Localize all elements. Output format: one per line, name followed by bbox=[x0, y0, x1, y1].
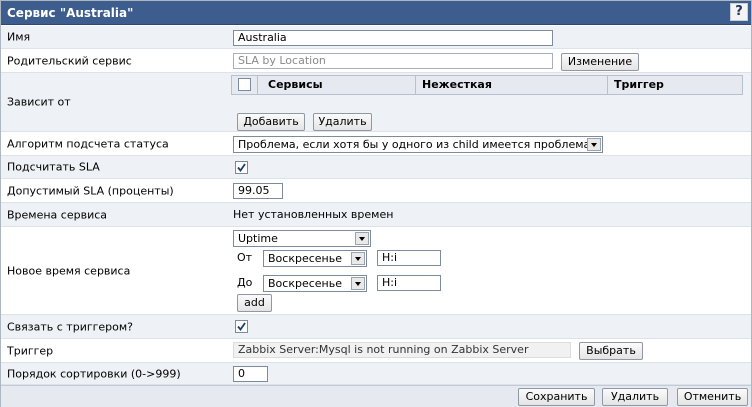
sort-order-label: Порядок сортировки (0->999) bbox=[7, 367, 181, 380]
depends-label: Зависит от bbox=[7, 95, 71, 109]
link-trigger-checkbox[interactable] bbox=[235, 320, 248, 333]
row-new-time: Новое время сервиса Uptime От Воскресень… bbox=[1, 227, 751, 315]
calc-sla-label: Подсчитать SLA bbox=[7, 160, 100, 174]
chevron-down-icon bbox=[351, 277, 365, 290]
chevron-down-icon bbox=[587, 138, 601, 151]
add-time-button[interactable]: add bbox=[237, 294, 272, 312]
select-all-cell bbox=[232, 76, 258, 94]
to-label: До bbox=[237, 276, 253, 289]
from-label: От bbox=[237, 251, 253, 264]
add-dependency-button[interactable]: Добавить bbox=[237, 113, 305, 131]
time-type-select[interactable]: Uptime bbox=[233, 230, 371, 247]
chevron-down-icon bbox=[351, 252, 365, 265]
parent-label: Родительский сервис bbox=[7, 54, 132, 67]
row-sort-order: Порядок сортировки (0->999) 0 bbox=[1, 363, 751, 385]
name-input[interactable]: Australia bbox=[233, 30, 553, 46]
select-all-checkbox[interactable] bbox=[238, 78, 251, 91]
service-times-label: Времена сервиса bbox=[7, 208, 108, 221]
help-icon[interactable]: ? bbox=[730, 3, 748, 21]
column-trigger: Триггер bbox=[614, 78, 664, 91]
row-name: Имя Australia bbox=[1, 26, 751, 49]
chevron-down-icon bbox=[355, 232, 369, 245]
to-day-select[interactable]: Воскресенье bbox=[263, 275, 367, 292]
cancel-button[interactable]: Отменить bbox=[677, 388, 748, 406]
column-services: Сервисы bbox=[258, 76, 416, 94]
sla-input[interactable]: 99.05 bbox=[233, 183, 283, 199]
change-parent-button[interactable]: Изменение bbox=[561, 53, 639, 71]
service-times-value: Нет установленных времен bbox=[233, 208, 394, 221]
row-calc-sla: Подсчитать SLA bbox=[1, 156, 751, 179]
checkmark-icon bbox=[237, 163, 246, 172]
sla-label: Допустимый SLA (проценты) bbox=[7, 184, 174, 197]
calc-sla-checkbox[interactable] bbox=[235, 161, 248, 174]
new-time-label: Новое время сервиса bbox=[7, 264, 131, 277]
row-link-trigger: Связать с триггером? bbox=[1, 315, 751, 339]
algorithm-value: Проблема, если хотя бы у одного из child… bbox=[238, 138, 591, 151]
from-time-input[interactable]: H:i bbox=[377, 250, 441, 266]
remove-dependency-button[interactable]: Удалить bbox=[313, 113, 372, 131]
row-parent: Родительский сервис SLA by Location Изме… bbox=[1, 49, 751, 73]
column-soft: Нежесткая bbox=[416, 76, 608, 94]
dependencies-table: Сервисы Нежесткая Триггер bbox=[231, 75, 743, 95]
select-trigger-button[interactable]: Выбрать bbox=[579, 342, 643, 360]
trigger-input[interactable]: Zabbix Server:Mysql is not running on Za… bbox=[233, 342, 571, 358]
save-button[interactable]: Сохранить bbox=[518, 388, 595, 406]
sort-order-input[interactable]: 0 bbox=[233, 366, 268, 382]
row-algorithm: Алгоритм подсчета статуса Проблема, если… bbox=[1, 132, 751, 156]
row-service-times: Времена сервиса Нет установленных времен bbox=[1, 203, 751, 227]
delete-button[interactable]: Удалить bbox=[602, 388, 668, 406]
to-day-value: Воскресенье bbox=[268, 277, 342, 290]
dialog-footer: Сохранить Удалить Отменить bbox=[1, 385, 751, 407]
algorithm-select[interactable]: Проблема, если хотя бы у одного из child… bbox=[233, 136, 603, 153]
row-trigger: Триггер Zabbix Server:Mysql is not runni… bbox=[1, 339, 751, 363]
service-dialog: Сервис "Australia" ? Имя Australia Родит… bbox=[0, 0, 752, 407]
from-day-select[interactable]: Воскресенье bbox=[263, 250, 367, 267]
parent-input[interactable]: SLA by Location bbox=[233, 53, 553, 69]
from-day-value: Воскресенье bbox=[268, 252, 342, 265]
name-label: Имя bbox=[7, 30, 31, 44]
dialog-title: Сервис "Australia" bbox=[7, 6, 134, 20]
dialog-titlebar: Сервис "Australia" ? bbox=[1, 1, 751, 25]
time-type-value: Uptime bbox=[238, 232, 278, 245]
link-trigger-label: Связать с триггером? bbox=[7, 320, 134, 333]
trigger-label: Триггер bbox=[7, 344, 54, 357]
row-sla: Допустимый SLA (проценты) 99.05 bbox=[1, 179, 751, 203]
to-time-input[interactable]: H:i bbox=[377, 275, 441, 291]
checkmark-icon bbox=[237, 322, 246, 331]
algorithm-label: Алгоритм подсчета статуса bbox=[7, 137, 169, 150]
